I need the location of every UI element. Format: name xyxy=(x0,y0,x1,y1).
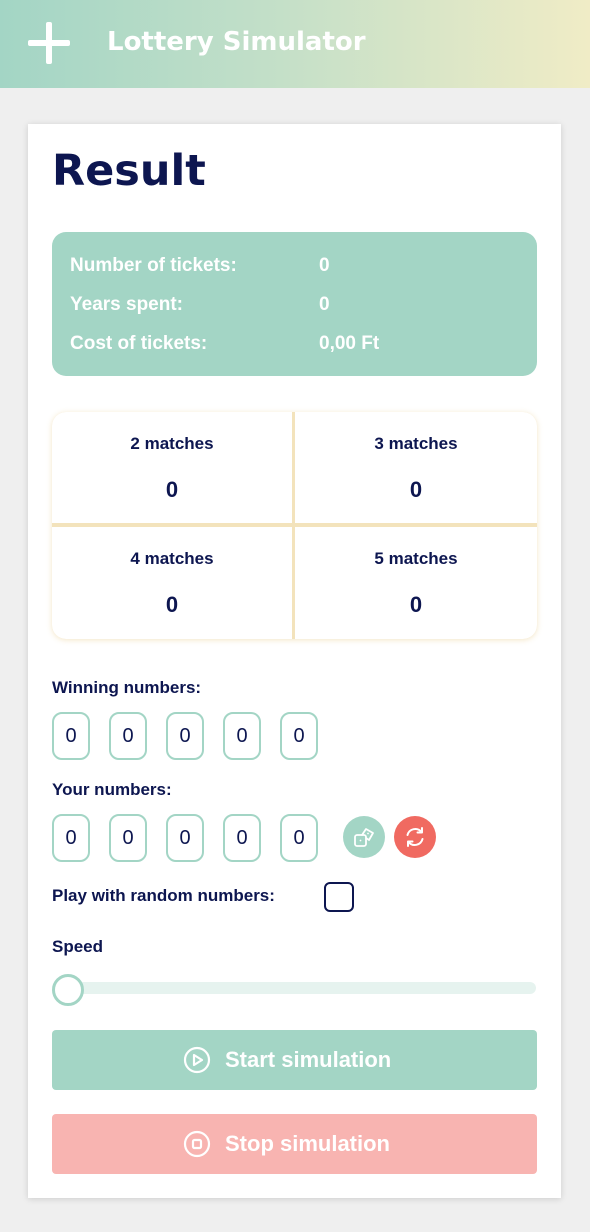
match-label: 3 matches xyxy=(374,434,458,453)
top-bar: Lottery Simulator xyxy=(0,0,590,88)
winning-number: 0 xyxy=(223,712,261,760)
winning-number: 0 xyxy=(280,712,318,760)
stop-circle-icon xyxy=(183,1130,211,1158)
speed-slider-track[interactable] xyxy=(52,982,536,994)
random-numbers-label: Play with random numbers: xyxy=(52,886,275,905)
match-count: 0 xyxy=(165,592,179,617)
your-number-input[interactable]: 0 xyxy=(280,814,318,862)
match-cell-2: 2 matches 0 xyxy=(52,412,292,523)
your-number-input[interactable]: 0 xyxy=(109,814,147,862)
start-simulation-button[interactable]: Start simulation xyxy=(52,1030,537,1090)
match-count: 0 xyxy=(165,477,179,502)
dice-icon xyxy=(354,828,374,847)
match-label: 5 matches xyxy=(374,549,458,568)
stop-simulation-button[interactable]: Stop simulation xyxy=(52,1114,537,1174)
reset-numbers-button[interactable] xyxy=(394,816,436,858)
match-label: 2 matches xyxy=(130,434,214,453)
stop-simulation-label: Stop simulation xyxy=(225,1131,390,1156)
stats-panel: Number of tickets: 0 Years spent: 0 Cost… xyxy=(52,232,537,376)
app-title: Lottery Simulator xyxy=(107,27,366,57)
match-count: 0 xyxy=(409,477,423,502)
stat-value: 0,00 Ft xyxy=(319,333,380,354)
winning-number: 0 xyxy=(52,712,90,760)
winning-number: 0 xyxy=(109,712,147,760)
result-card: Result Number of tickets: 0 Years spent:… xyxy=(28,124,561,1198)
your-numbers-label: Your numbers: xyxy=(52,780,172,799)
your-number-input[interactable]: 0 xyxy=(166,814,204,862)
start-simulation-label: Start simulation xyxy=(225,1047,392,1072)
stat-label: Cost of tickets: xyxy=(70,333,208,354)
plus-icon[interactable] xyxy=(28,22,70,64)
stat-value: 0 xyxy=(319,255,330,276)
refresh-icon xyxy=(406,827,424,847)
speed-slider-thumb[interactable] xyxy=(52,974,84,1006)
match-cell-4: 4 matches 0 xyxy=(52,527,292,639)
speed-label: Speed xyxy=(52,937,104,956)
your-number-input[interactable]: 0 xyxy=(52,814,90,862)
stat-label: Number of tickets: xyxy=(70,255,237,276)
match-count: 0 xyxy=(409,592,423,617)
stat-label: Years spent: xyxy=(70,294,183,315)
result-heading: Result xyxy=(52,146,206,196)
random-numbers-button[interactable] xyxy=(343,816,385,858)
random-numbers-checkbox[interactable] xyxy=(324,882,354,912)
play-circle-icon xyxy=(183,1046,211,1074)
match-cell-5: 5 matches 0 xyxy=(295,527,537,639)
match-cell-3: 3 matches 0 xyxy=(295,412,537,523)
matches-grid: 2 matches 0 3 matches 0 4 matches 0 5 ma… xyxy=(52,412,537,639)
match-label: 4 matches xyxy=(130,549,214,568)
your-number-input[interactable]: 0 xyxy=(223,814,261,862)
stat-value: 0 xyxy=(319,294,330,315)
winning-number: 0 xyxy=(166,712,204,760)
winning-numbers-label: Winning numbers: xyxy=(52,678,202,697)
